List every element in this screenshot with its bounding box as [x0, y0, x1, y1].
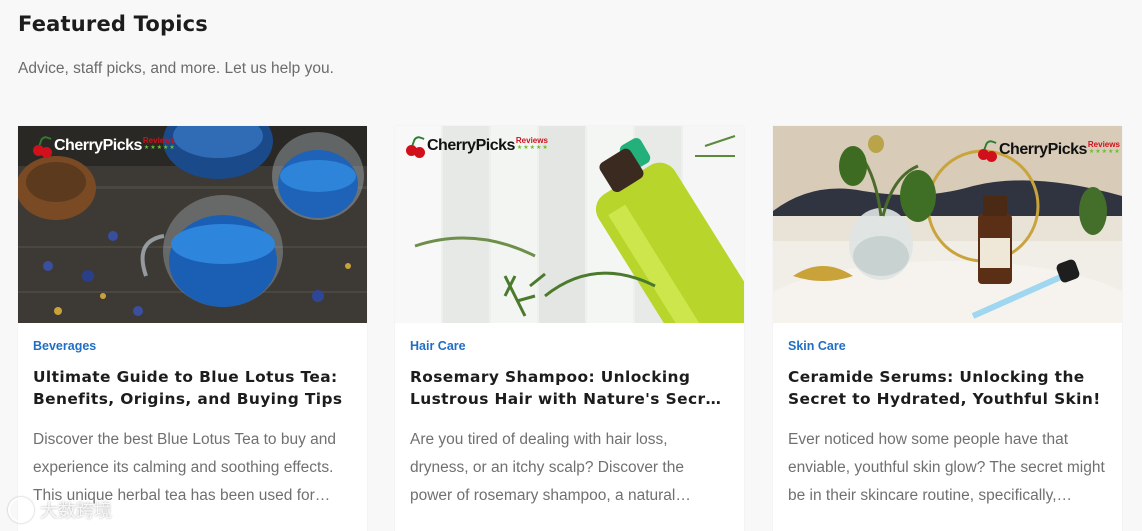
logo-text: CherryPicks: [54, 137, 142, 154]
topic-card-blue-lotus-tea[interactable]: CherryPicks Reviews ★★★★★ Beverages Ulti…: [18, 126, 367, 531]
card-title[interactable]: Rosemary Shampoo: Unlocking Lustrous Hai…: [410, 367, 729, 410]
watermark-text: 大数跨境: [40, 501, 112, 522]
card-category-link[interactable]: Beverages: [33, 339, 352, 353]
logo-stars: ★★★★★: [143, 145, 176, 151]
card-title[interactable]: Ceramide Serums: Unlocking the Secret to…: [788, 367, 1107, 410]
topic-card-rosemary-shampoo[interactable]: CherryPicks Reviews ★★★★★ Hair Care Rose…: [395, 126, 744, 531]
logo-stars: ★★★★★: [516, 145, 549, 151]
cherry-icon: [32, 134, 54, 158]
cherry-icon: [405, 134, 427, 158]
section-title: Featured Topics: [18, 12, 208, 36]
logo-reviews: Reviews: [515, 136, 548, 145]
card-image-blue-lotus-tea[interactable]: CherryPicks Reviews ★★★★★: [18, 126, 367, 323]
logo-text: CherryPicks: [999, 141, 1087, 158]
cherrypicks-logo: CherryPicks Reviews ★★★★★: [32, 134, 176, 158]
cherrypicks-logo: CherryPicks Reviews ★★★★★: [977, 138, 1121, 162]
card-category-link[interactable]: Hair Care: [410, 339, 729, 353]
logo-stars: ★★★★★: [1088, 149, 1121, 155]
logo-reviews: Reviews: [142, 136, 175, 145]
featured-cards: CherryPicks Reviews ★★★★★ Beverages Ulti…: [18, 126, 1122, 531]
watermark-logo-icon: [8, 497, 34, 523]
logo-reviews: Reviews: [1087, 140, 1120, 149]
watermark: 大数跨境: [8, 497, 112, 523]
card-image-rosemary-shampoo[interactable]: CherryPicks Reviews ★★★★★: [395, 126, 744, 323]
card-image-ceramide-serums[interactable]: CherryPicks Reviews ★★★★★: [773, 126, 1122, 323]
card-title[interactable]: Ultimate Guide to Blue Lotus Tea: Benefi…: [33, 367, 352, 410]
cherrypicks-logo: CherryPicks Reviews ★★★★★: [405, 134, 549, 158]
cherry-icon: [977, 138, 999, 162]
section-subtitle: Advice, staff picks, and more. Let us he…: [18, 60, 334, 77]
card-excerpt: Are you tired of dealing with hair loss,…: [410, 431, 684, 504]
logo-text: CherryPicks: [427, 137, 515, 154]
card-excerpt: Ever noticed how some people have that e…: [788, 431, 1105, 504]
card-category-link[interactable]: Skin Care: [788, 339, 1107, 353]
topic-card-ceramide-serums[interactable]: CherryPicks Reviews ★★★★★ Skin Care Cera…: [773, 126, 1122, 531]
